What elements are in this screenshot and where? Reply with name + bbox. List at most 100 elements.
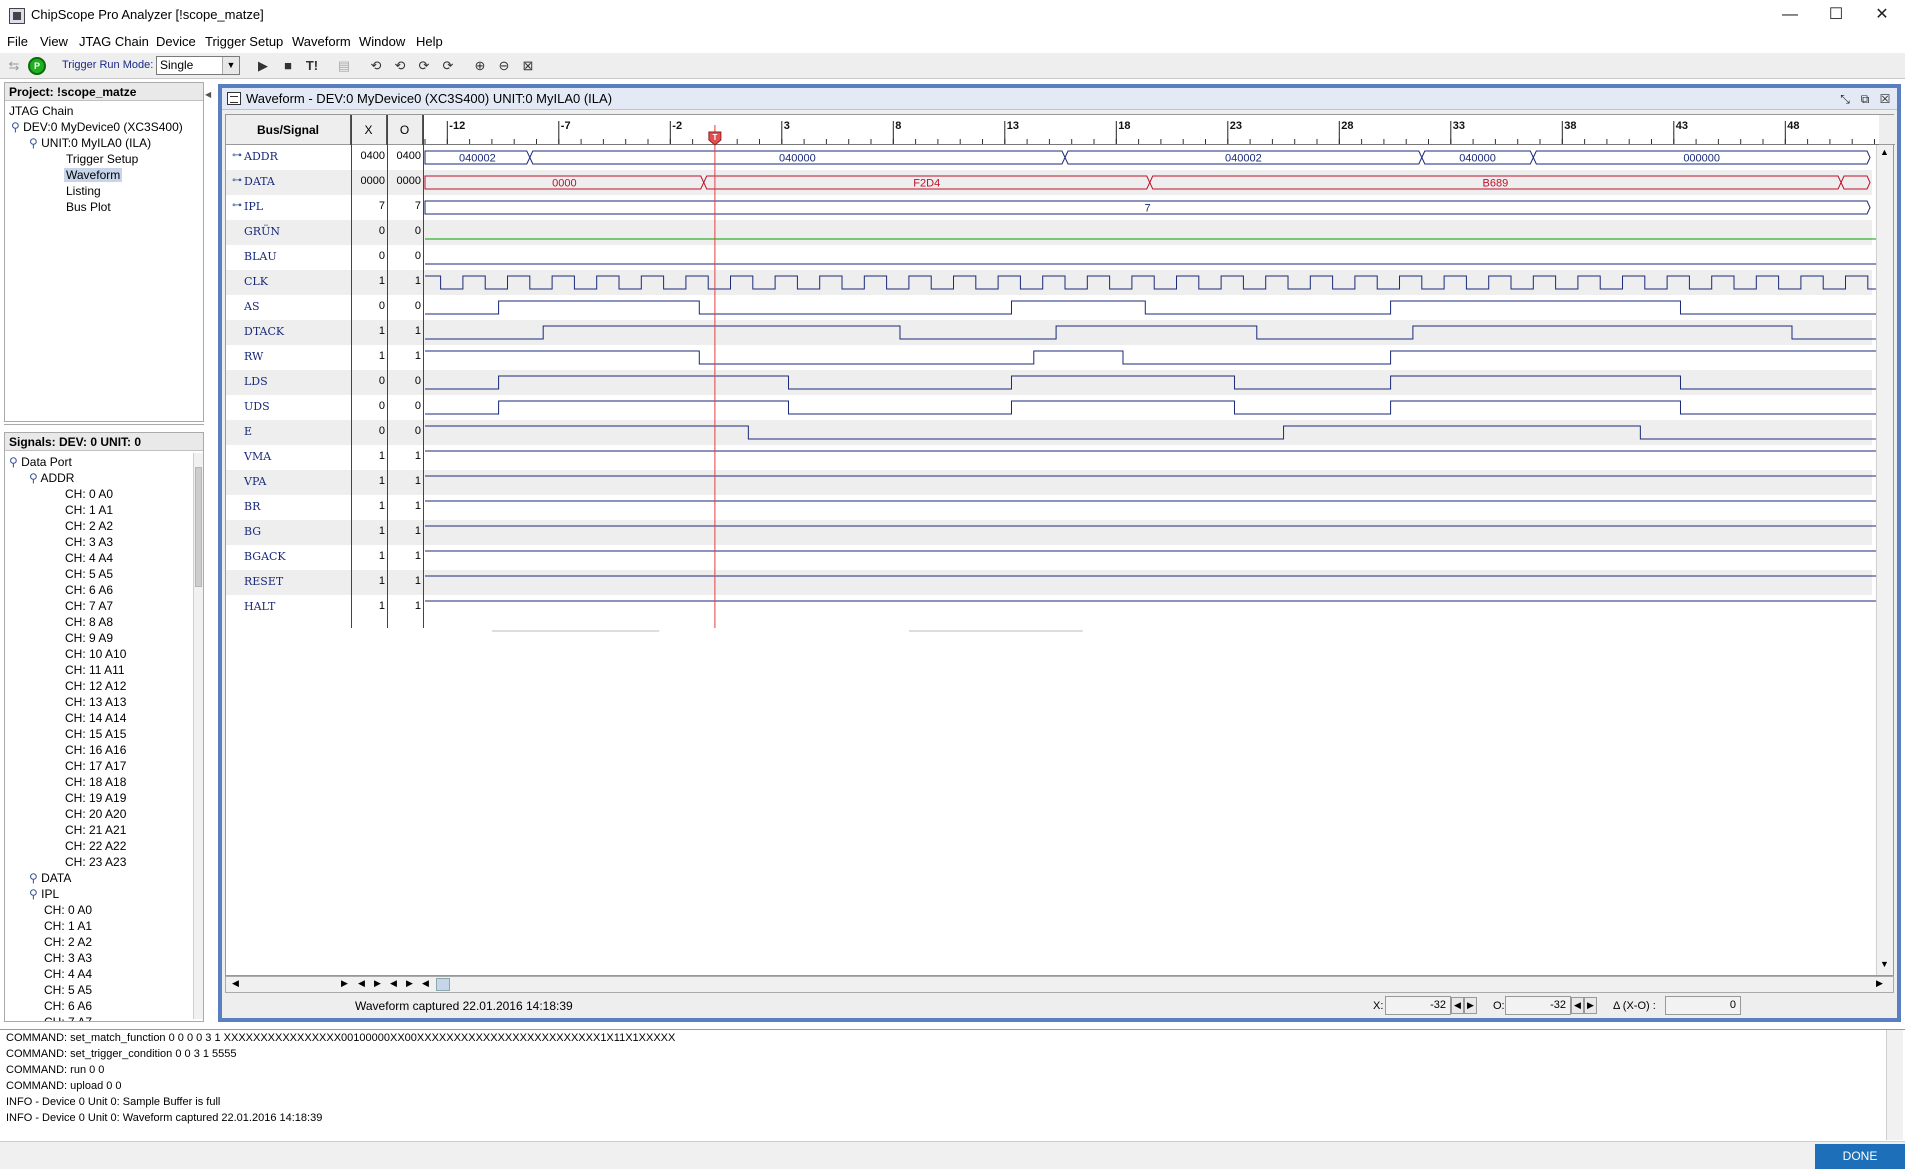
tree-channel[interactable]: CH: 1 A1 <box>65 503 113 517</box>
tree-channel[interactable]: CH: 6 A6 <box>65 583 113 597</box>
minimize-button[interactable]: — <box>1767 0 1813 31</box>
waveform-hscroll[interactable]: ◀ ▶ ◀ ▶ ◀ ▶ ◀ ▶ <box>225 976 1894 993</box>
close-icon[interactable]: ☒ <box>1876 90 1894 108</box>
tree-data-group[interactable]: ⚲ DATA <box>29 871 71 885</box>
menu-view[interactable]: View <box>40 34 68 49</box>
tree-channel[interactable]: CH: 16 A16 <box>65 743 126 757</box>
o-prev-icon[interactable]: ◀ <box>1571 997 1584 1014</box>
tree-channel[interactable]: CH: 5 A5 <box>65 567 113 581</box>
tree-bus-plot[interactable]: Bus Plot <box>66 200 111 214</box>
waveform-canvas[interactable]: -12 -7 -2 3 8 13 18 23 28 33 38 43 48040002 040000 040… <box>423 115 1883 945</box>
o-next-icon[interactable]: ▶ <box>1584 997 1597 1014</box>
menu-device[interactable]: Device <box>156 34 196 49</box>
play-icon[interactable]: ▶ <box>253 56 273 76</box>
signal-name[interactable]: RESET <box>244 575 283 588</box>
tree-channel[interactable]: CH: 4 A4 <box>65 551 113 565</box>
tree-ipl-group[interactable]: ⚲ IPL <box>29 887 59 901</box>
step-right-icon[interactable]: ▶ <box>406 978 413 989</box>
hscroll-thumb[interactable] <box>436 978 450 991</box>
go-to-trigger-icon[interactable]: ⟳ <box>414 56 434 76</box>
scroll-up-icon[interactable]: ▲ <box>1880 147 1889 157</box>
signal-name[interactable]: IPL <box>244 200 263 213</box>
menu-file[interactable]: File <box>7 34 28 49</box>
tree-channel[interactable]: CH: 20 A20 <box>65 807 126 821</box>
undock-icon[interactable]: ⧉ <box>1856 90 1874 108</box>
expand-bus-icon[interactable]: ⊶ <box>232 200 242 211</box>
tree-listing[interactable]: Listing <box>66 184 101 198</box>
tree-channel[interactable]: CH: 12 A12 <box>65 679 126 693</box>
tree-channel[interactable]: CH: 0 A0 <box>65 487 113 501</box>
tree-channel[interactable]: CH: 0 A0 <box>44 903 92 917</box>
chain-icon[interactable]: ⇆ <box>4 56 24 76</box>
tree-channel[interactable]: CH: 10 A10 <box>65 647 126 661</box>
zoom-fit-icon[interactable]: ⊠ <box>518 56 538 76</box>
menu-trigger-setup[interactable]: Trigger Setup <box>205 34 283 49</box>
tree-channel[interactable]: CH: 5 A5 <box>44 983 92 997</box>
menu-jtag-chain[interactable]: JTAG Chain <box>79 34 149 49</box>
menu-window[interactable]: Window <box>359 34 405 49</box>
menu-help[interactable]: Help <box>416 34 443 49</box>
tree-channel[interactable]: CH: 13 A13 <box>65 695 126 709</box>
tree-jtag-chain[interactable]: JTAG Chain <box>9 104 73 118</box>
console-scrollbar[interactable] <box>1886 1030 1903 1140</box>
collapse-left-icon[interactable]: ◀ <box>205 90 213 99</box>
signal-name[interactable]: AS <box>244 300 259 313</box>
tree-channel[interactable]: CH: 17 A17 <box>65 759 126 773</box>
signal-name[interactable]: BG <box>244 525 261 538</box>
zoom-in-icon[interactable]: ⊕ <box>470 56 490 76</box>
tree-addr-group[interactable]: ⚲ ADDR <box>29 471 74 485</box>
expand-bus-icon[interactable]: ⊶ <box>232 150 242 161</box>
scroll-down-icon[interactable]: ▼ <box>1880 959 1889 969</box>
signal-name[interactable]: BLAU <box>244 250 277 263</box>
tree-unit[interactable]: ⚲ UNIT:0 MyILA0 (ILA) <box>29 136 151 150</box>
signal-name[interactable]: BR <box>244 500 260 513</box>
signal-name[interactable]: E <box>244 425 252 438</box>
close-button[interactable]: ✕ <box>1859 0 1905 31</box>
scroll-left-icon[interactable]: ◀ <box>232 978 239 989</box>
tree-channel[interactable]: CH: 15 A15 <box>65 727 126 741</box>
run-mode-select[interactable]: Single ▼ <box>156 56 240 75</box>
tree-channel[interactable]: CH: 9 A9 <box>65 631 113 645</box>
tree-channel[interactable]: CH: 21 A21 <box>65 823 126 837</box>
signal-name[interactable]: DTACK <box>244 325 284 338</box>
expand-bus-icon[interactable]: ⊶ <box>232 175 242 186</box>
o-cursor-field[interactable]: -32 <box>1505 996 1571 1015</box>
signals-scrollbar[interactable] <box>193 453 203 1019</box>
tree-channel[interactable]: CH: 2 A2 <box>65 519 113 533</box>
tree-channel[interactable]: CH: 7 A7 <box>65 599 113 613</box>
tree-channel[interactable]: CH: 3 A3 <box>44 951 92 965</box>
signal-name[interactable]: VMA <box>244 450 271 463</box>
menu-waveform[interactable]: Waveform <box>292 34 351 49</box>
signal-name[interactable]: GRÜN <box>244 225 280 238</box>
tree-channel[interactable]: CH: 2 A2 <box>44 935 92 949</box>
trigger-immediate-button[interactable]: T! <box>302 56 322 76</box>
signal-name[interactable]: ADDR <box>244 150 278 163</box>
go-to-x-icon[interactable]: ⟲ <box>366 56 386 76</box>
tree-device[interactable]: ⚲ DEV:0 MyDevice0 (XC3S400) <box>11 120 183 134</box>
document-icon[interactable]: ▤ <box>334 56 354 76</box>
scroll-right-icon[interactable]: ▶ <box>341 978 348 989</box>
splitter[interactable] <box>4 424 204 430</box>
tree-channel[interactable]: CH: 4 A4 <box>44 967 92 981</box>
signal-name[interactable]: BGACK <box>244 550 286 563</box>
x-next-icon[interactable]: ▶ <box>1464 997 1477 1014</box>
tree-channel[interactable]: CH: 6 A6 <box>44 999 92 1013</box>
waveform-vscroll[interactable]: ▲ ▼ <box>1876 145 1893 975</box>
tree-channel[interactable]: CH: 19 A19 <box>65 791 126 805</box>
step-left-icon[interactable]: ◀ <box>390 978 397 989</box>
restore-icon[interactable]: ⤡ <box>1836 90 1854 108</box>
signal-name[interactable]: HALT <box>244 600 275 613</box>
signal-name[interactable]: UDS <box>244 400 270 413</box>
tree-channel[interactable]: CH: 23 A23 <box>65 855 126 869</box>
signal-name[interactable]: LDS <box>244 375 268 388</box>
tree-channel[interactable]: CH: 22 A22 <box>65 839 126 853</box>
x-cursor-field[interactable]: -32 <box>1385 996 1451 1015</box>
tree-data-port[interactable]: ⚲ Data Port <box>9 455 72 469</box>
signal-name[interactable]: CLK <box>244 275 268 288</box>
tree-channel[interactable]: CH: 1 A1 <box>44 919 92 933</box>
signal-name[interactable]: RW <box>244 350 263 363</box>
tree-waveform[interactable]: Waveform <box>64 168 123 182</box>
signal-name[interactable]: VPA <box>244 475 266 488</box>
zoom-out-icon[interactable]: ⊖ <box>494 56 514 76</box>
stop-icon[interactable]: ■ <box>278 56 298 76</box>
